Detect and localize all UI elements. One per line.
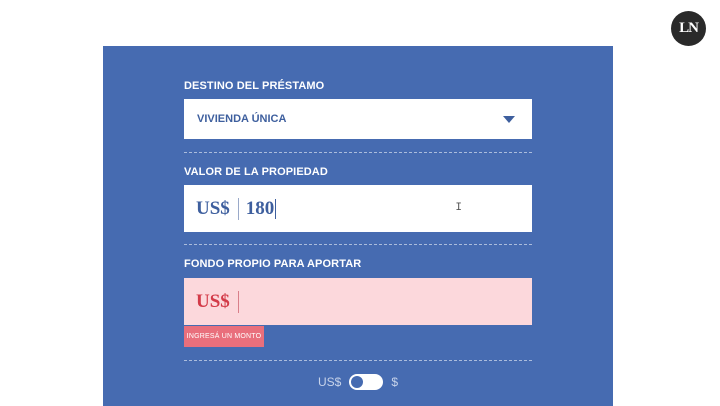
valor-input[interactable]: US$ 180 I: [184, 185, 532, 232]
fondo-currency: US$: [196, 290, 230, 312]
chevron-down-icon[interactable]: [503, 116, 515, 123]
input-separator: [237, 197, 239, 220]
divider: [184, 152, 532, 153]
logo-text: LN: [679, 20, 699, 36]
text-caret: [275, 198, 277, 219]
valor-currency: US$: [196, 197, 230, 219]
divider: [184, 244, 532, 245]
fondo-label: FONDO PROPIO PARA APORTAR: [184, 258, 362, 270]
currency-toggle-row: US$ $: [103, 371, 613, 393]
destino-selected-value: VIVIENDA ÚNICA: [197, 113, 287, 125]
loan-form-panel: DESTINO DEL PRÉSTAMO VIVIENDA ÚNICA VALO…: [103, 46, 613, 406]
toggle-knob: [351, 376, 364, 388]
currency-toggle[interactable]: [349, 374, 384, 390]
fondo-input[interactable]: US$: [184, 278, 532, 325]
i-beam-cursor-icon: I: [455, 202, 462, 214]
input-separator: [237, 290, 239, 313]
valor-label: VALOR DE LA PROPIEDAD: [184, 166, 328, 178]
la-nacion-logo[interactable]: LN: [671, 11, 706, 46]
toggle-label-usd: US$: [317, 375, 342, 389]
valor-amount: 180: [245, 197, 275, 219]
destino-label: DESTINO DEL PRÉSTAMO: [184, 80, 325, 92]
divider: [184, 360, 532, 361]
destino-select[interactable]: VIVIENDA ÚNICA: [184, 99, 532, 139]
fondo-error-message: INGRESÁ UN MONTO: [184, 326, 264, 347]
toggle-label-ars: $: [391, 375, 399, 389]
